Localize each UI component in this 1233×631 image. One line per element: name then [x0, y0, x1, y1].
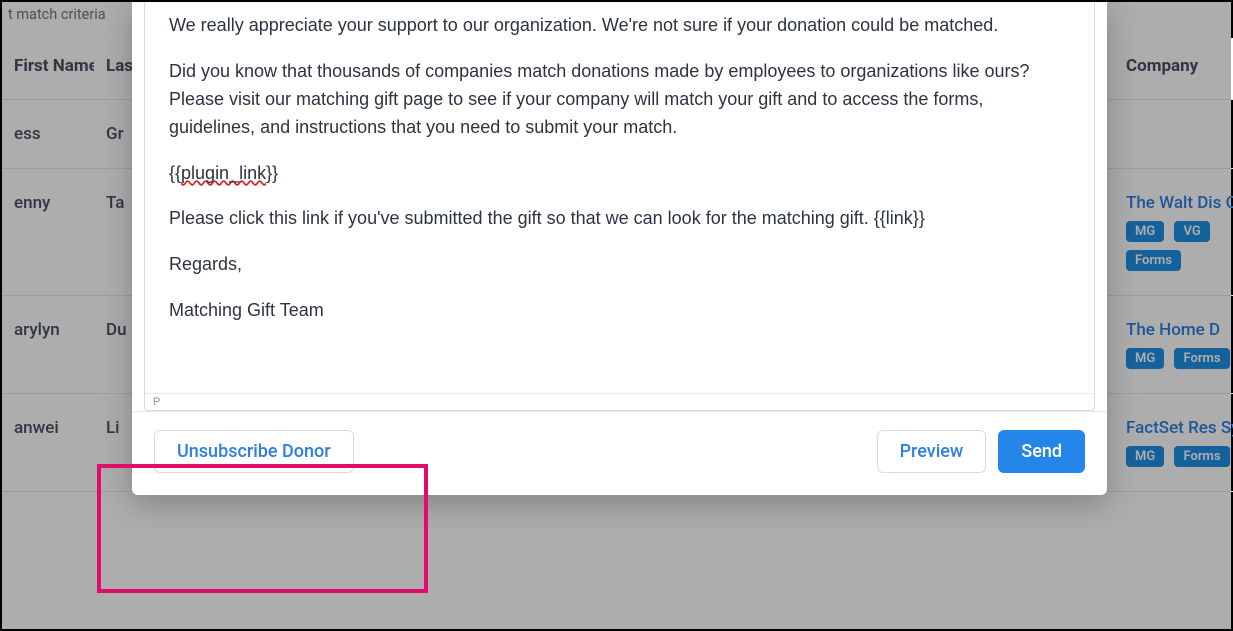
email-paragraph: Did you know that thousands of companies… — [169, 58, 1070, 142]
footer-right-group: Preview Send — [877, 430, 1085, 473]
email-paragraph: Matching Gift Team — [169, 297, 1070, 325]
modal-footer: Unsubscribe Donor Preview Send — [132, 411, 1107, 495]
plugin-link-token: plugin_link — [181, 163, 266, 183]
editor-status-path: P — [145, 393, 1094, 410]
preview-button[interactable]: Preview — [877, 430, 987, 473]
email-paragraph: Regards, — [169, 251, 1070, 279]
unsubscribe-donor-button[interactable]: Unsubscribe Donor — [154, 430, 354, 473]
email-editor-modal: We really appreciate your support to our… — [132, 2, 1107, 495]
send-button[interactable]: Send — [998, 430, 1085, 473]
email-body-editor[interactable]: We really appreciate your support to our… — [145, 2, 1094, 393]
email-paragraph: Please click this link if you've submitt… — [169, 205, 1070, 233]
email-paragraph: {{plugin_link}} — [169, 160, 1070, 188]
token-delim: {{ — [169, 163, 181, 183]
email-paragraph: We really appreciate your support to our… — [169, 12, 1070, 40]
editor-container: We really appreciate your support to our… — [144, 2, 1095, 411]
token-delim: }} — [266, 163, 278, 183]
